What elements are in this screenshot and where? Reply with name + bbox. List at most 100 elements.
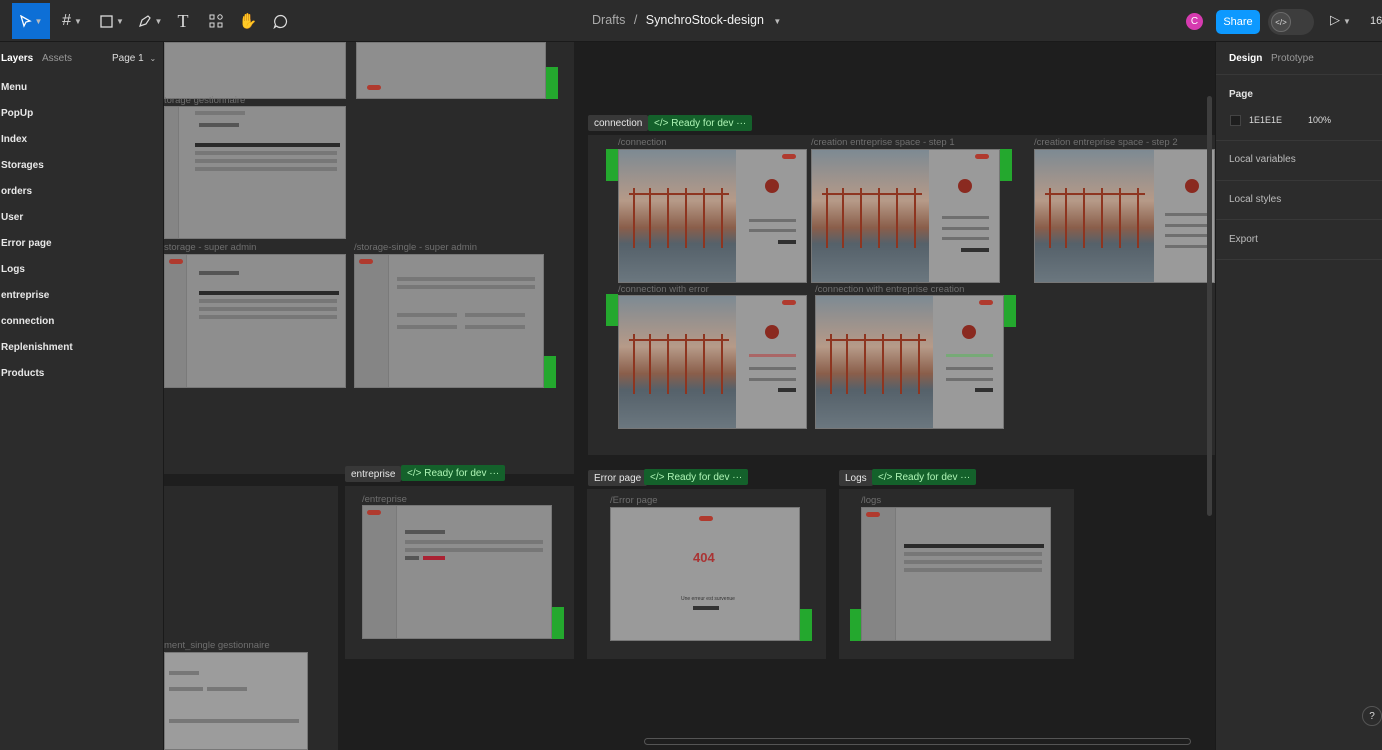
frame-storage-top-left[interactable] xyxy=(164,42,346,99)
design-canvas[interactable]: torage gestionnaire storage - super admi… xyxy=(164,42,1215,750)
canvas-vertical-scrollbar[interactable] xyxy=(1207,96,1212,516)
layer-item-entreprise[interactable]: entreprise xyxy=(0,282,163,308)
ready-for-dev-badge[interactable]: </> Ready for dev ··· xyxy=(644,469,749,485)
layer-item-storages[interactable]: Storages xyxy=(0,152,163,178)
pen-icon xyxy=(138,15,151,27)
page-color-value[interactable]: 1E1E1E xyxy=(1249,115,1282,125)
layer-item-products[interactable]: Products xyxy=(0,360,163,386)
section-title-error-page[interactable]: Error page xyxy=(588,470,648,486)
frame-error-page[interactable]: 404 Une erreur est survenue xyxy=(610,507,800,641)
dev-mode-toggle[interactable]: </> xyxy=(1268,9,1314,35)
frame-label-logs: /logs xyxy=(861,495,882,506)
frame-tool-button[interactable]: # ▼ xyxy=(56,3,88,39)
port-cranes-image xyxy=(816,296,935,428)
section-title-entreprise[interactable]: entreprise xyxy=(345,466,402,482)
comment-tool-button[interactable] xyxy=(268,3,292,39)
frame-label-storage-gestionnaire: torage gestionnaire xyxy=(164,95,246,106)
breadcrumb-separator: / xyxy=(633,13,638,27)
user-avatar[interactable]: C xyxy=(1186,13,1203,30)
tab-prototype[interactable]: Prototype xyxy=(1271,53,1314,64)
breadcrumb-folder[interactable]: Drafts xyxy=(592,13,625,27)
local-variables-label[interactable]: Local variables xyxy=(1229,154,1296,165)
layer-item-popup[interactable]: PopUp xyxy=(0,100,163,126)
frame-connection-creation[interactable] xyxy=(815,295,1004,429)
layer-item-orders[interactable]: orders xyxy=(0,178,163,204)
layer-item-user[interactable]: User xyxy=(0,204,163,230)
layer-item-index[interactable]: Index xyxy=(0,126,163,152)
signup-pane xyxy=(1154,150,1214,282)
ready-for-dev-badge[interactable]: </> Ready for dev ··· xyxy=(401,465,506,481)
present-button[interactable]: ▷ ▼ xyxy=(1330,12,1351,28)
dev-status-marker xyxy=(544,356,556,388)
local-styles-label[interactable]: Local styles xyxy=(1229,194,1281,205)
frame-field xyxy=(207,687,247,691)
tab-design[interactable]: Design xyxy=(1229,53,1262,64)
frame-replenishment-single[interactable] xyxy=(164,652,308,750)
export-section[interactable]: Export xyxy=(1216,219,1382,260)
frame-connection[interactable] xyxy=(618,149,807,283)
frame-table-row xyxy=(199,299,337,303)
components-grid-icon xyxy=(209,14,223,28)
layer-item-menu[interactable]: Menu xyxy=(0,74,163,100)
app-logo xyxy=(359,259,373,264)
help-button[interactable]: ? xyxy=(1362,706,1382,726)
move-tool-button[interactable]: ▼ xyxy=(12,3,50,39)
frame-hash-icon: # xyxy=(62,12,71,29)
page-color-swatch[interactable] xyxy=(1230,115,1241,126)
port-cranes-image xyxy=(619,296,738,428)
login-pane xyxy=(736,296,806,428)
layer-item-error-page[interactable]: Error page xyxy=(0,230,163,256)
zoom-level[interactable]: 16 xyxy=(1370,15,1382,27)
page-opacity-value[interactable]: 100% xyxy=(1308,115,1331,125)
frame-table-row xyxy=(195,151,337,155)
local-styles-section[interactable]: Local styles xyxy=(1216,180,1382,220)
port-cranes-image xyxy=(619,150,738,282)
frame-creation-step1[interactable] xyxy=(811,149,1000,283)
chevron-down-icon: ▼ xyxy=(1343,17,1351,26)
signup-pane xyxy=(929,150,999,282)
frame-creation-step2[interactable] xyxy=(1034,149,1215,283)
resources-tool-button[interactable] xyxy=(204,3,228,39)
frame-storage-gestionnaire[interactable] xyxy=(164,106,346,239)
share-button[interactable]: Share xyxy=(1216,10,1260,34)
layer-item-logs[interactable]: Logs xyxy=(0,256,163,282)
file-name[interactable]: SynchroStock-design xyxy=(646,13,764,27)
ready-for-dev-badge[interactable]: </> Ready for dev ··· xyxy=(648,115,753,131)
frame-label-connection-error: /connection with error xyxy=(618,284,709,295)
frame-table-row xyxy=(904,560,1042,564)
frame-entreprise[interactable] xyxy=(362,505,552,639)
hand-tool-button[interactable]: ✋ xyxy=(236,3,260,39)
frame-heading xyxy=(199,123,239,127)
canvas-horizontal-scrollbar[interactable] xyxy=(644,738,1191,745)
export-label[interactable]: Export xyxy=(1229,234,1258,245)
frame-label-creation-step2: /creation entreprise space - step 2 xyxy=(1034,137,1178,148)
frame-connection-error[interactable] xyxy=(618,295,807,429)
section-title-connection[interactable]: connection xyxy=(588,115,649,131)
frame-logs[interactable] xyxy=(861,507,1051,641)
tab-layers[interactable]: Layers xyxy=(1,53,33,64)
section-title-logs[interactable]: Logs xyxy=(839,470,873,486)
frame-storage-single[interactable] xyxy=(354,254,544,388)
chevron-down-icon[interactable]: ▼ xyxy=(773,17,781,26)
frame-storage-top-right[interactable] xyxy=(356,42,546,99)
comment-bubble-icon xyxy=(272,14,287,29)
frame-label-error-page: /Error page xyxy=(610,495,658,506)
frame-sidebar xyxy=(165,255,187,387)
tab-assets[interactable]: Assets xyxy=(42,53,72,64)
frame-table-right xyxy=(465,313,525,317)
layer-item-connection[interactable]: connection xyxy=(0,308,163,334)
frame-sidebar xyxy=(165,107,179,238)
pen-tool-button[interactable]: ▼ xyxy=(134,3,166,39)
layer-item-replenishment[interactable]: Replenishment xyxy=(0,334,163,360)
local-variables-section[interactable]: Local variables xyxy=(1216,140,1382,180)
shape-tool-button[interactable]: ▼ xyxy=(96,3,128,39)
page-selector[interactable]: Page 1 ⌄ xyxy=(112,53,156,64)
app-logo xyxy=(367,85,381,90)
error-404-text: 404 xyxy=(693,550,715,565)
ready-for-dev-badge[interactable]: </> Ready for dev ··· xyxy=(872,469,977,485)
page-selector-label: Page 1 xyxy=(112,53,144,64)
dev-status-marker xyxy=(800,609,812,641)
divider xyxy=(1216,74,1382,75)
frame-storage-super-admin[interactable] xyxy=(164,254,346,388)
text-tool-button[interactable]: T xyxy=(172,3,194,39)
